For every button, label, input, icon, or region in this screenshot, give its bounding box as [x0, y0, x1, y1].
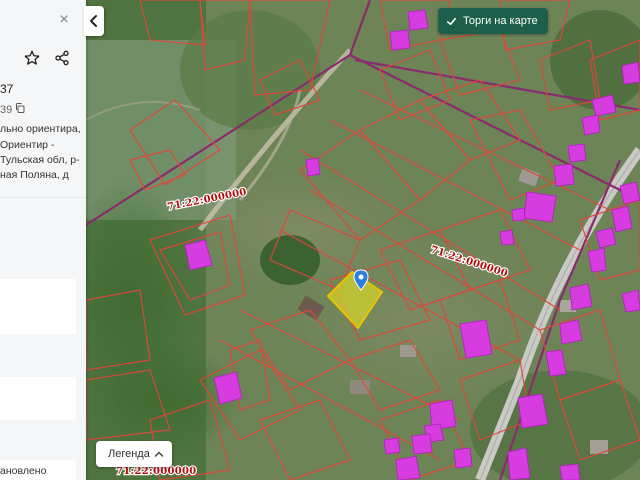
- legend-label: Легенда: [108, 448, 150, 460]
- share-icon[interactable]: [50, 46, 74, 70]
- close-icon[interactable]: ×: [56, 12, 72, 28]
- info-card: [0, 279, 76, 334]
- parcel-info-panel: × 37 39 льно ориентира, Ориентир - Тульс…: [0, 0, 86, 480]
- torgi-label: Торги на карте: [463, 15, 538, 27]
- divider: [0, 197, 86, 198]
- legend-button[interactable]: Легенда: [96, 441, 172, 467]
- address-line: ная Поляна, д: [0, 169, 69, 181]
- parcel-id-fragment: 37: [0, 82, 14, 96]
- address-line: Ориентир -: [0, 139, 55, 151]
- info-card: [0, 377, 76, 420]
- cadastral-map[interactable]: 71:22:000000 71:22:000000 71:22:000000: [0, 0, 640, 480]
- status-text: ановлено: [0, 465, 47, 477]
- chevron-left-icon: [90, 15, 97, 27]
- torgi-on-map-button[interactable]: Торги на карте: [438, 8, 548, 34]
- address-line: Тульская обл, р-: [0, 154, 80, 166]
- parcel-number-fragment: 39: [0, 104, 13, 116]
- check-icon: [447, 17, 456, 25]
- quarter-label: 71:22:000000: [116, 466, 197, 477]
- copy-icon[interactable]: [12, 100, 28, 116]
- star-icon[interactable]: [20, 46, 44, 70]
- address-line: льно ориентира,: [0, 123, 81, 135]
- collapse-panel-button[interactable]: [84, 6, 104, 36]
- chevron-up-icon: [154, 451, 164, 457]
